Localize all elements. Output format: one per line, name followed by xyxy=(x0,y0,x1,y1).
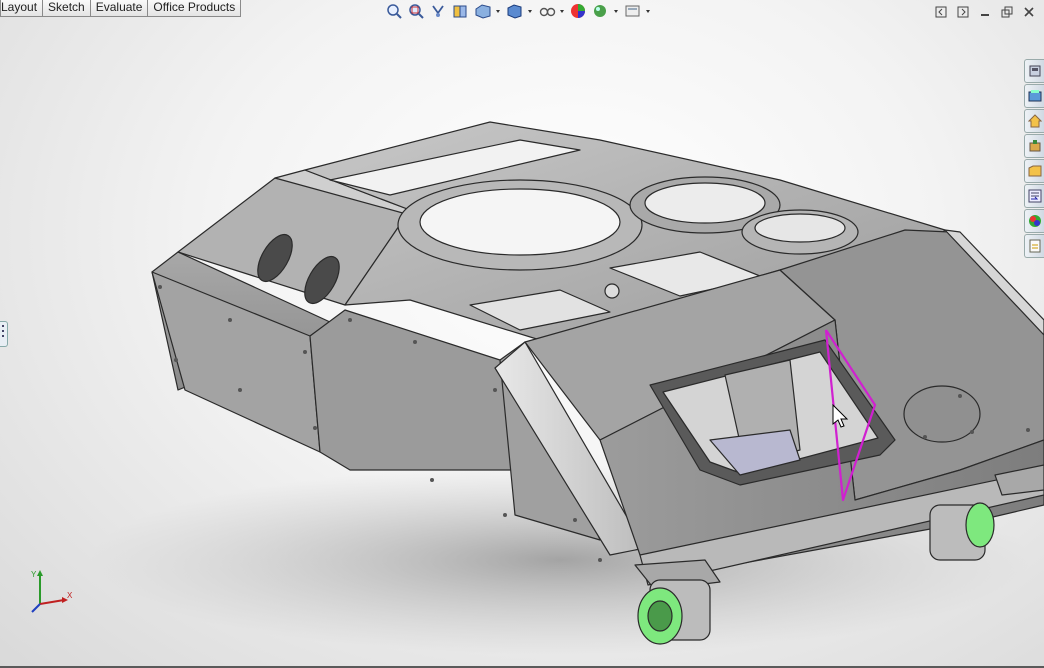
heads-up-view-toolbar xyxy=(384,2,652,20)
document-window-controls xyxy=(932,4,1038,19)
feature-tree-flyout-handle[interactable] xyxy=(0,321,8,347)
left-side-panel-mid[interactable] xyxy=(309,309,516,471)
tab-sketch[interactable]: Sketch xyxy=(42,0,91,17)
tab-evaluate[interactable]: Evaluate xyxy=(89,0,149,17)
edit-appearance-icon[interactable] xyxy=(568,2,588,20)
minimize-icon[interactable] xyxy=(976,4,994,19)
document-recovery-icon[interactable] xyxy=(1024,234,1044,258)
view-orientation-icon[interactable] xyxy=(472,2,502,20)
hide-show-items-icon[interactable] xyxy=(536,2,566,20)
view-palette-icon[interactable] xyxy=(1024,159,1044,183)
mid-round-hole[interactable] xyxy=(644,182,766,224)
apply-scene-icon[interactable] xyxy=(590,2,620,20)
appearances-icon[interactable] xyxy=(1024,209,1044,233)
tab-layout[interactable]: Layout xyxy=(0,0,44,17)
front-right-wheel[interactable] xyxy=(929,502,995,561)
deck-hole[interactable] xyxy=(604,283,620,299)
resources-icon[interactable] xyxy=(1024,59,1044,83)
tile-right-icon[interactable] xyxy=(954,4,972,19)
front-round-hatch[interactable] xyxy=(903,385,981,443)
restore-icon[interactable] xyxy=(998,4,1016,19)
task-pane-tabs xyxy=(1024,59,1044,258)
search-icon[interactable] xyxy=(1024,134,1044,158)
view-settings-icon[interactable] xyxy=(622,2,652,20)
file-explorer-icon[interactable] xyxy=(1024,109,1044,133)
big-round-hole[interactable] xyxy=(419,188,621,256)
zoom-to-fit-icon[interactable] xyxy=(384,2,404,20)
command-manager-tabs: Layout Sketch Evaluate Office Products xyxy=(0,0,242,17)
design-library-icon[interactable] xyxy=(1024,84,1044,108)
triad-x-label: X xyxy=(67,591,73,600)
triad-y-label: Y xyxy=(31,570,37,579)
zoom-to-area-icon[interactable] xyxy=(406,2,426,20)
previous-view-icon[interactable] xyxy=(428,2,448,20)
custom-properties-icon[interactable] xyxy=(1024,184,1044,208)
tile-left-icon[interactable] xyxy=(932,4,950,19)
display-style-icon[interactable] xyxy=(504,2,534,20)
section-view-icon[interactable] xyxy=(450,2,470,20)
reference-triad: Y X xyxy=(31,570,73,613)
close-icon[interactable] xyxy=(1020,4,1038,19)
tab-office-products[interactable]: Office Products xyxy=(147,0,242,17)
graphics-area[interactable] xyxy=(0,0,1044,668)
small-round-hole[interactable] xyxy=(754,213,846,243)
